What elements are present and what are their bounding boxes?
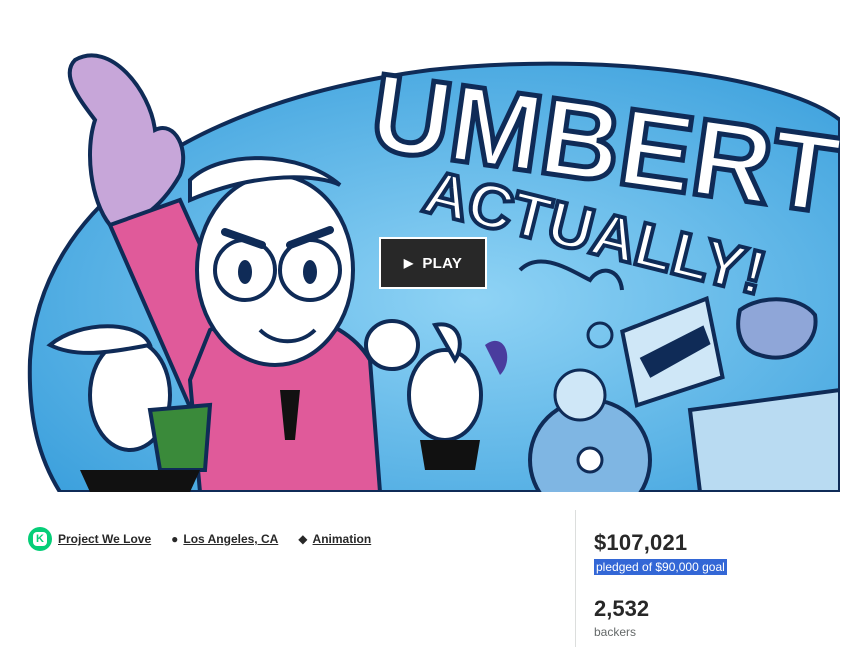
play-video-button[interactable]: ▶ PLAY bbox=[379, 237, 487, 289]
category-link[interactable]: Animation bbox=[313, 532, 372, 546]
play-triangle-icon: ▶ bbox=[403, 256, 414, 270]
stats-divider bbox=[575, 510, 576, 647]
kickstarter-k-icon: K bbox=[28, 527, 52, 551]
funding-stats: $107,021 pledged of $90,000 goal 2,532 b… bbox=[594, 530, 727, 639]
location-item[interactable]: ● Los Angeles, CA bbox=[171, 532, 278, 546]
project-we-love-badge[interactable]: K Project We Love bbox=[28, 527, 151, 551]
pledged-amount: $107,021 bbox=[594, 530, 688, 555]
tag-icon: ◆ bbox=[298, 532, 308, 546]
backers-label: backers bbox=[594, 625, 637, 639]
play-label: PLAY bbox=[422, 254, 463, 272]
category-item[interactable]: ◆ Animation bbox=[298, 532, 371, 546]
hero-image[interactable]: UMBERT ACTUALLY! ▶ PLAY bbox=[0, 0, 840, 492]
location-pin-icon: ● bbox=[171, 532, 179, 546]
pledged-goal-text: pledged of $90,000 goal bbox=[594, 559, 727, 575]
backers-count: 2,532 bbox=[594, 596, 650, 621]
project-we-love-link[interactable]: Project We Love bbox=[58, 532, 151, 546]
project-meta: K Project We Love ● Los Angeles, CA ◆ An… bbox=[28, 527, 391, 551]
location-link[interactable]: Los Angeles, CA bbox=[183, 532, 278, 546]
